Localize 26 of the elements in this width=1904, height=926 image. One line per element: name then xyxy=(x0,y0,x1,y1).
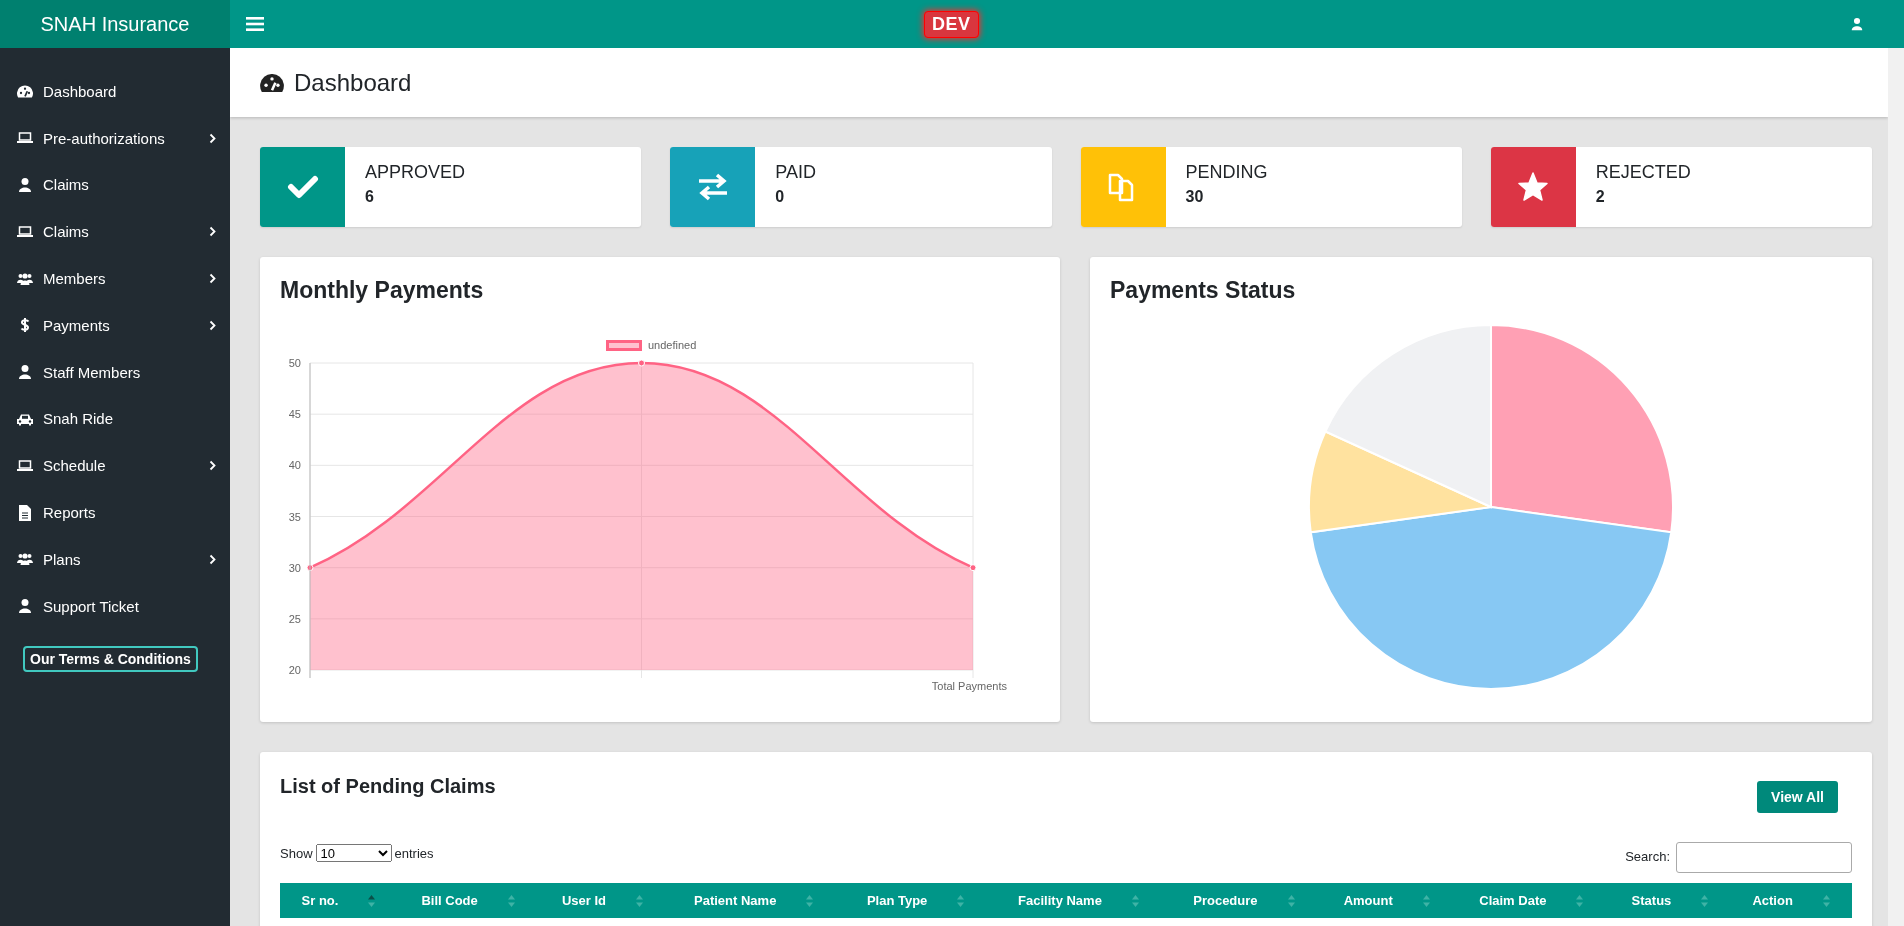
y-tick-label: 50 xyxy=(288,357,301,369)
y-tick-label: 25 xyxy=(288,612,301,625)
chart-title: Monthly Payments xyxy=(280,277,485,304)
search-label: Search: xyxy=(1625,848,1670,864)
y-tick-label: 40 xyxy=(288,459,301,472)
stat-label: PENDING xyxy=(1185,162,1268,183)
stat-label: PAID xyxy=(775,162,816,183)
show-label: Show xyxy=(280,845,313,861)
y-tick-label: 35 xyxy=(288,510,301,523)
stat-value: 2 xyxy=(1595,188,1606,206)
stat-value: 6 xyxy=(365,188,375,206)
chart-title: Payments Status xyxy=(1110,277,1297,304)
page-title: Dashboard xyxy=(294,68,412,97)
section-title: List of Pending Claims xyxy=(280,775,496,798)
y-tick-label: 30 xyxy=(288,561,301,574)
stat-value: 30 xyxy=(1185,188,1205,206)
stat-value: 0 xyxy=(775,188,786,206)
environment-badge: DEV xyxy=(924,10,979,38)
stat-label: APPROVED xyxy=(365,162,466,183)
stat-label: REJECTED xyxy=(1595,162,1691,183)
legend-label: undefined xyxy=(648,339,697,351)
x-axis-title: Total Payments xyxy=(931,680,1007,692)
brand-title: SNAH Insurance xyxy=(0,0,230,48)
y-tick-label: 20 xyxy=(288,664,301,676)
entries-label: entries xyxy=(394,845,434,861)
y-tick-label: 45 xyxy=(288,408,301,421)
